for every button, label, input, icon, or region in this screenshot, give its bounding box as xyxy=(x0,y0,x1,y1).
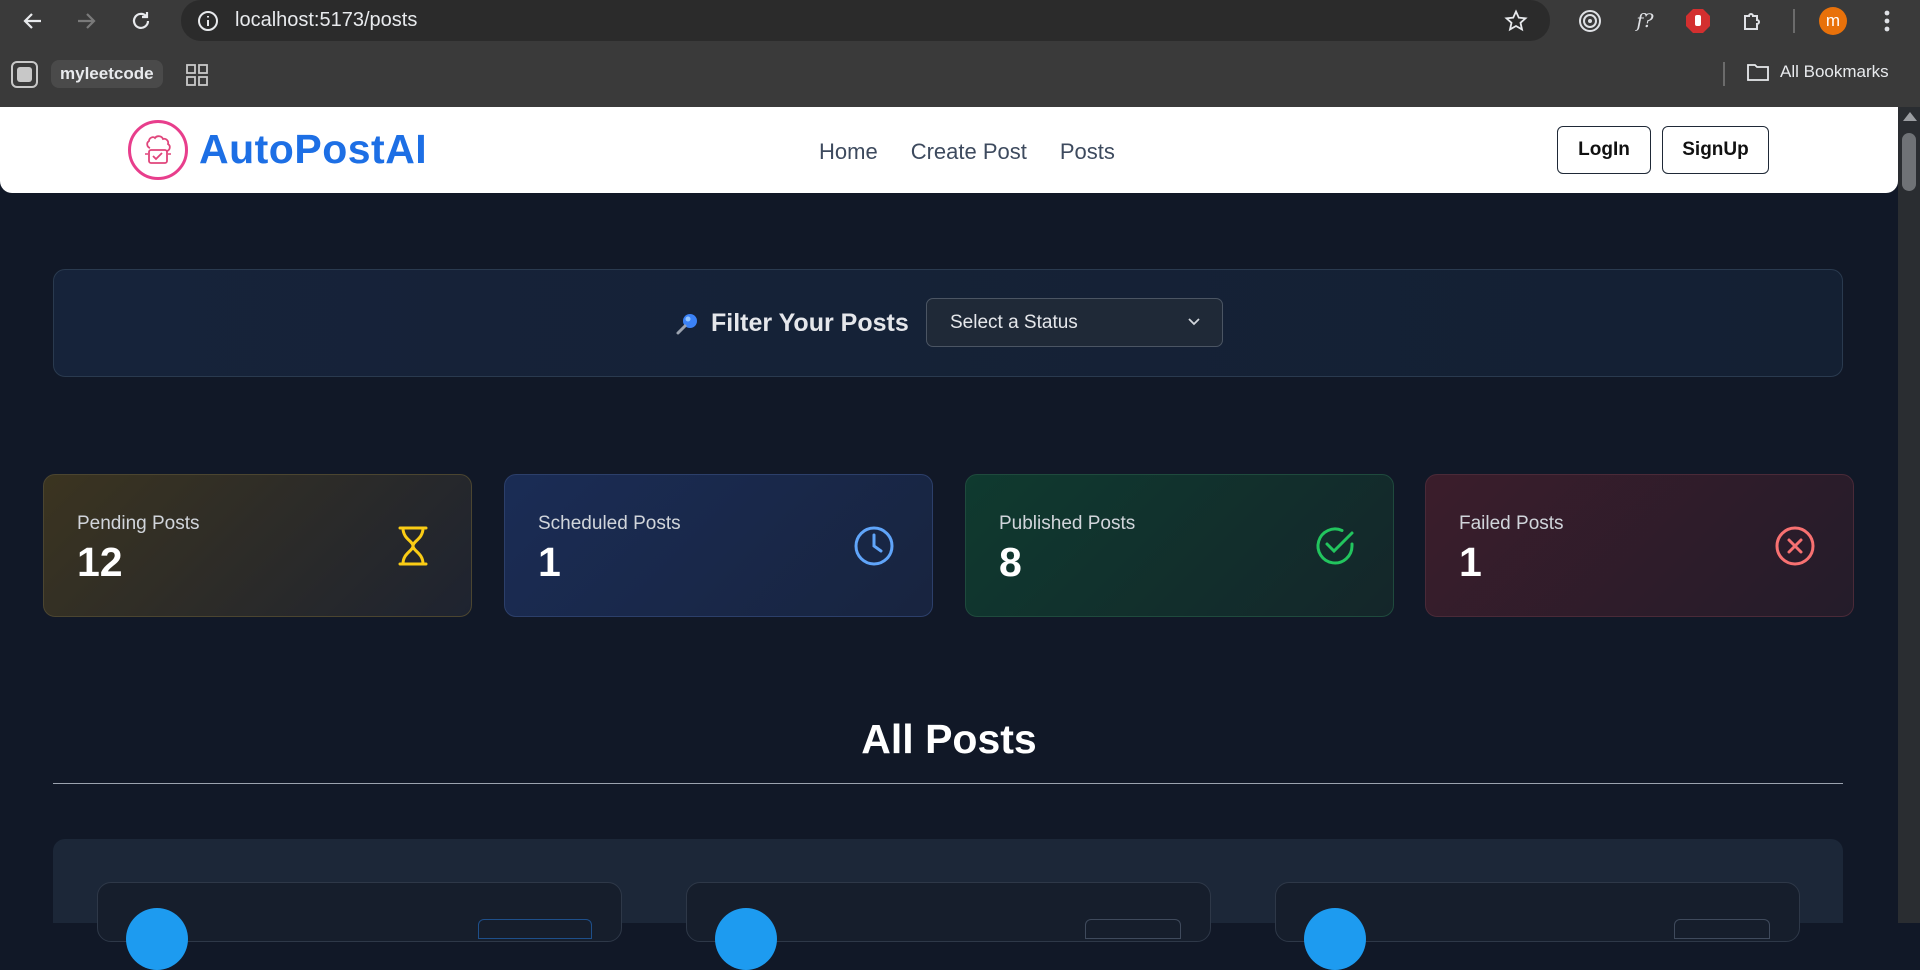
scroll-thumb[interactable] xyxy=(1902,133,1916,191)
stat-label: Failed Posts xyxy=(1459,513,1564,534)
hourglass-icon xyxy=(391,524,435,568)
stat-value: 1 xyxy=(1459,539,1482,585)
post-card[interactable] xyxy=(1275,882,1800,970)
tab-search-icon[interactable] xyxy=(11,61,38,88)
stat-card-pending: Pending Posts 12 xyxy=(43,474,472,617)
all-posts-heading: All Posts xyxy=(861,716,1037,762)
app-navbar: AutoPostAI Home Create Post Posts LogIn … xyxy=(0,107,1898,193)
stat-value: 8 xyxy=(999,539,1022,585)
post-status-badge xyxy=(1674,919,1770,939)
profile-avatar[interactable]: m xyxy=(1819,7,1847,35)
post-card[interactable] xyxy=(97,882,622,970)
stat-card-failed: Failed Posts 1 xyxy=(1425,474,1854,617)
page-scrollbar[interactable] xyxy=(1898,107,1920,923)
star-icon[interactable] xyxy=(1504,9,1528,33)
logo[interactable] xyxy=(128,120,188,180)
stat-value: 12 xyxy=(77,539,123,585)
platform-avatar xyxy=(715,908,777,970)
clock-icon xyxy=(852,524,896,568)
scroll-up-arrow[interactable] xyxy=(1903,112,1917,121)
back-button[interactable] xyxy=(18,6,48,36)
post-status-badge xyxy=(478,919,592,939)
magnifier-icon xyxy=(676,313,697,334)
brain-calendar-icon xyxy=(145,135,171,164)
stat-card-published: Published Posts 8 xyxy=(965,474,1394,617)
check-circle-icon xyxy=(1313,524,1357,568)
chevron-down-icon xyxy=(1188,318,1200,326)
radar-icon[interactable] xyxy=(1576,7,1604,35)
arrow-left-icon xyxy=(23,13,41,29)
bookmarks-bar xyxy=(0,41,1920,107)
forward-button[interactable] xyxy=(71,6,101,36)
status-select-value: Select a Status xyxy=(950,311,1078,333)
platform-avatar xyxy=(126,908,188,970)
status-select[interactable]: Select a Status xyxy=(926,298,1223,347)
bookmarks-separator xyxy=(1723,62,1725,86)
nav-links: Home Create Post Posts xyxy=(819,139,1115,165)
section-divider xyxy=(53,783,1843,784)
folder-icon xyxy=(1747,64,1769,81)
stat-value: 1 xyxy=(538,539,561,585)
filter-title: Filter Your Posts xyxy=(711,309,909,337)
login-button[interactable]: LogIn xyxy=(1557,126,1651,174)
nav-home[interactable]: Home xyxy=(819,139,878,165)
puzzle-icon[interactable] xyxy=(1739,7,1767,35)
f-icon[interactable]: f? xyxy=(1631,7,1659,35)
nav-create-post[interactable]: Create Post xyxy=(911,139,1027,165)
brand-name[interactable]: AutoPostAI xyxy=(199,126,427,173)
url-text[interactable]: localhost:5173/posts xyxy=(235,9,417,32)
address-bar[interactable]: localhost:5173/posts xyxy=(181,0,1550,41)
all-bookmarks-label: All Bookmarks xyxy=(1780,62,1889,81)
platform-avatar xyxy=(1304,908,1366,970)
bookmark-myleetcode[interactable]: myleetcode xyxy=(51,60,163,88)
stat-card-scheduled: Scheduled Posts 1 xyxy=(504,474,933,617)
info-icon[interactable] xyxy=(197,10,219,32)
toolbar-separator xyxy=(1793,9,1795,33)
arrow-right-icon xyxy=(78,13,96,29)
more-vert-icon[interactable] xyxy=(1873,7,1901,35)
reload-button[interactable] xyxy=(126,6,156,36)
signup-button[interactable]: SignUp xyxy=(1662,126,1769,174)
all-bookmarks-button[interactable]: All Bookmarks xyxy=(1746,62,1889,82)
stat-label: Published Posts xyxy=(999,513,1136,534)
nav-posts[interactable]: Posts xyxy=(1060,139,1115,165)
stat-label: Scheduled Posts xyxy=(538,513,681,534)
post-card[interactable] xyxy=(686,882,1211,970)
stat-label: Pending Posts xyxy=(77,513,200,534)
stop-hand-icon[interactable] xyxy=(1684,7,1712,35)
x-circle-icon xyxy=(1773,524,1817,568)
reload-icon xyxy=(132,12,150,29)
apps-grid-icon[interactable] xyxy=(186,64,208,86)
filter-heading: Filter Your Posts xyxy=(675,309,909,338)
post-status-badge xyxy=(1085,919,1181,939)
